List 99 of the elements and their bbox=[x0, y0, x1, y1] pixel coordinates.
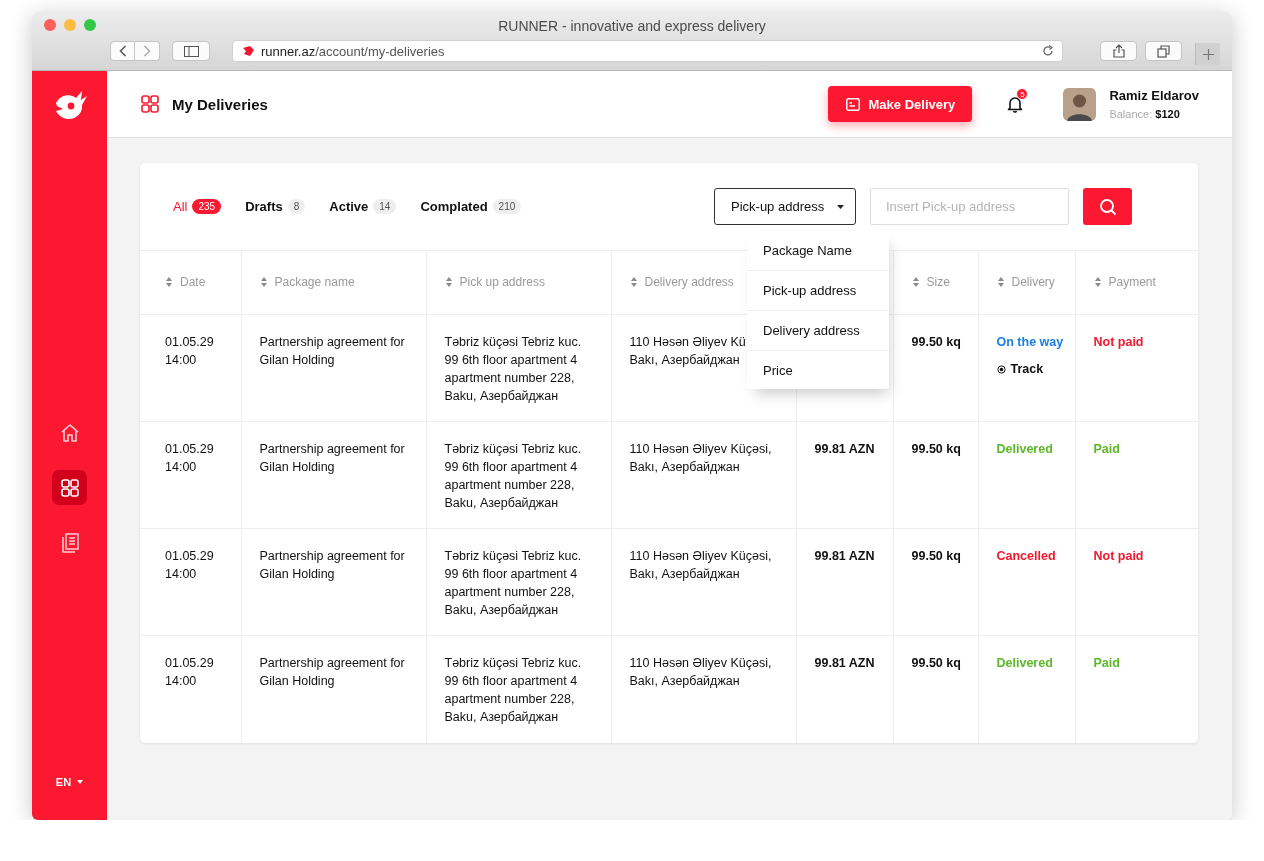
nav-item[interactable] bbox=[52, 470, 87, 505]
delivery-status: Delivered bbox=[996, 442, 1053, 456]
count-badge: 210 bbox=[492, 199, 522, 214]
address-bar[interactable]: runner.az/account/my-deliveries bbox=[232, 40, 1063, 62]
back-button[interactable] bbox=[110, 41, 135, 61]
user-name: Ramiz Eldarov bbox=[1109, 88, 1199, 103]
language-selector[interactable]: EN bbox=[55, 776, 84, 788]
reload-icon[interactable] bbox=[1042, 45, 1054, 57]
sort-icon[interactable] bbox=[444, 275, 453, 288]
count-badge: 8 bbox=[287, 199, 306, 214]
zoom-button[interactable] bbox=[84, 19, 96, 31]
sort-icon[interactable] bbox=[911, 275, 920, 288]
balance-text: Balance: $120 bbox=[1109, 108, 1181, 120]
column-header: Size bbox=[926, 274, 950, 289]
date-text: 01.05.29 bbox=[165, 548, 215, 565]
share-icon bbox=[1112, 44, 1125, 58]
time-text: 14:00 bbox=[165, 673, 198, 690]
documents-icon[interactable] bbox=[59, 531, 80, 554]
payment-status: Paid bbox=[1093, 442, 1120, 456]
payment-status: Paid bbox=[1093, 656, 1120, 670]
delivery-address: 110 Həsən Əliyev Küçəsi, Bakı, Азербайджан bbox=[629, 441, 773, 476]
sort-icon[interactable] bbox=[165, 275, 173, 288]
delivery-address: 110 Həsən Əliyev Küçəsi, Bakı, Азербайджан bbox=[629, 548, 773, 583]
tabs-icon bbox=[1157, 44, 1170, 58]
price-text: 99.81 AZN bbox=[814, 656, 875, 670]
column-header: Date bbox=[180, 274, 206, 289]
filter-tab[interactable]: Complated 210 bbox=[420, 199, 522, 214]
delivery-address: 110 Həsən Əliyev Küçəsi, Bakı, Азербайджан bbox=[629, 655, 773, 690]
forward-icon bbox=[143, 45, 151, 57]
payment-status: Not paid bbox=[1093, 549, 1144, 563]
package-name: Partnership agreement for Gilan Holding bbox=[259, 655, 406, 690]
document-icon bbox=[845, 97, 860, 111]
search-button[interactable] bbox=[1083, 188, 1132, 225]
sort-icon[interactable] bbox=[259, 275, 268, 288]
pickup-address: Təbriz küçəsi Tebriz kuc. 99 6th floor apartment 4 apartment number 228, Baku, Азербайджан bbox=[444, 655, 583, 726]
window-title: RUNNER - innovative and express delivery bbox=[498, 17, 766, 34]
count-badge: 14 bbox=[373, 199, 397, 214]
package-name: Partnership agreement for Gilan Holding bbox=[259, 548, 406, 583]
column-header: Delivery bbox=[1011, 274, 1055, 289]
price-text: 99.81 AZN bbox=[814, 442, 875, 456]
share-button[interactable] bbox=[1100, 41, 1137, 61]
avatar-icon bbox=[1063, 87, 1097, 121]
back-icon bbox=[118, 45, 127, 57]
caret-icon bbox=[77, 780, 84, 784]
time-text: 14:00 bbox=[165, 566, 198, 583]
page-title: My Deliveries bbox=[172, 95, 268, 113]
plus-icon bbox=[1202, 48, 1214, 60]
package-name: Partnership agreement for Gilan Holding bbox=[259, 441, 406, 476]
date-text: 01.05.29 bbox=[165, 655, 215, 672]
tabs-button[interactable] bbox=[1145, 41, 1182, 61]
delivery-status: On the way bbox=[996, 335, 1064, 349]
dropdown-option[interactable]: Price bbox=[747, 351, 889, 389]
column-header: Payment bbox=[1108, 274, 1156, 289]
logo-icon bbox=[241, 45, 255, 57]
size-text: 99.50 kq bbox=[911, 656, 961, 670]
filter-tab[interactable]: Active 14 bbox=[329, 199, 397, 214]
make-delivery-button[interactable]: Make Delivery bbox=[828, 86, 973, 122]
size-text: 99.50 kq bbox=[911, 549, 961, 563]
url-text: runner.az/account/my-deliveries bbox=[261, 43, 446, 59]
target-icon bbox=[996, 364, 1006, 374]
dropdown-option[interactable]: Pick-up address bbox=[747, 271, 889, 311]
close-button[interactable] bbox=[44, 19, 56, 31]
grid-icon[interactable] bbox=[59, 477, 80, 498]
sort-icon[interactable] bbox=[996, 275, 1005, 288]
search-by-dropdown[interactable]: Pick-up address bbox=[714, 188, 856, 225]
dropdown-option[interactable]: Package Name bbox=[747, 231, 889, 271]
size-text: 99.50 kq bbox=[911, 335, 961, 349]
time-text: 14:00 bbox=[165, 352, 198, 369]
count-badge: 235 bbox=[192, 199, 222, 214]
notification-badge: 5 bbox=[1016, 88, 1029, 100]
date-text: 01.05.29 bbox=[165, 441, 215, 458]
sidebar-icon bbox=[183, 45, 199, 57]
pickup-address: Təbriz küçəsi Tebriz kuc. 99 6th floor apartment 4 apartment number 228, Baku, Азербайджан bbox=[444, 441, 583, 512]
caret-icon bbox=[837, 204, 844, 209]
date-text: 01.05.29 bbox=[165, 334, 215, 351]
payment-status: Not paid bbox=[1093, 335, 1144, 349]
track-link[interactable]: Track bbox=[996, 360, 1067, 378]
delivery-address: 110 Həsən Əliyev Kü Bakı, Азербайджан bbox=[629, 334, 747, 369]
column-header: Delivery address bbox=[644, 274, 734, 289]
column-header: Package name bbox=[274, 274, 355, 289]
search-icon bbox=[1098, 197, 1117, 216]
delivery-status: Delivered bbox=[996, 656, 1053, 670]
size-text: 99.50 kq bbox=[911, 442, 961, 456]
pickup-address: Təbriz küçəsi Tebriz kuc. 99 6th floor apartment 4 apartment number 228, Baku, Азербайджан bbox=[444, 548, 583, 619]
sort-icon[interactable] bbox=[629, 275, 638, 288]
search-field[interactable]: Insert Pick-up address bbox=[870, 188, 1069, 225]
package-name: Partnership agreement for Gilan Holding bbox=[259, 334, 406, 369]
filter-tab[interactable]: All 235 bbox=[173, 199, 222, 214]
sidebar-button[interactable] bbox=[172, 41, 210, 61]
time-text: 14:00 bbox=[165, 459, 198, 476]
dropdown-option[interactable]: Delivery address bbox=[747, 311, 889, 351]
column-header: Pick up address bbox=[459, 274, 545, 289]
new-tab-button[interactable] bbox=[1195, 43, 1220, 65]
delivery-status: Cancelled bbox=[996, 549, 1056, 563]
filter-tab[interactable]: Drafts 8 bbox=[245, 199, 306, 214]
price-text: 99.81 AZN bbox=[814, 549, 875, 563]
grid-icon bbox=[140, 94, 160, 114]
pickup-address: Təbriz küçəsi Tebriz kuc. 99 6th floor apartment 4 apartment number 228, Baku, Азербайджан bbox=[444, 334, 583, 405]
sort-icon[interactable] bbox=[1093, 275, 1102, 288]
